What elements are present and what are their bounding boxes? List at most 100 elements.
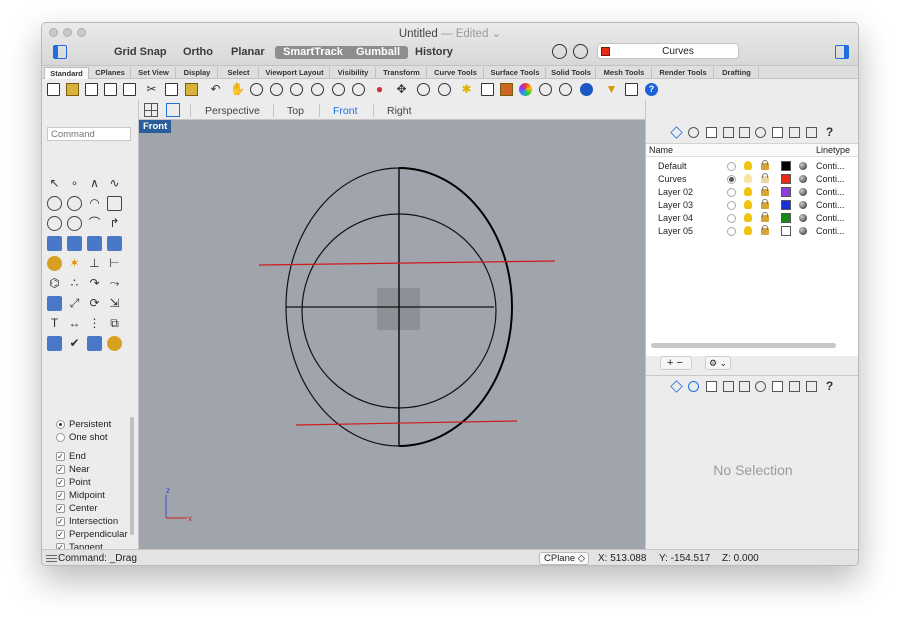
layer-name[interactable]: Curves: [658, 174, 687, 184]
command-history-icon[interactable]: [46, 555, 57, 562]
layer-color-swatch[interactable]: [781, 200, 791, 210]
lock-icon[interactable]: [761, 173, 769, 183]
linetype-value[interactable]: Conti...: [816, 161, 845, 171]
current-layer-radio[interactable]: [727, 175, 736, 184]
current-layer-radio[interactable]: [727, 214, 736, 223]
target-icon[interactable]: [573, 44, 588, 59]
checkbox[interactable]: [56, 464, 65, 476]
history-button[interactable]: History: [415, 46, 453, 59]
lightbulb-icon[interactable]: [744, 200, 752, 209]
layer-row[interactable]: Layer 05 Conti...: [646, 225, 858, 238]
current-layer-radio[interactable]: [727, 162, 736, 171]
layer-color-swatch[interactable]: [781, 174, 791, 184]
red-line-lower[interactable]: [295, 420, 518, 426]
tab-viewport-layout[interactable]: Viewport Layout: [260, 67, 330, 79]
single-viewport-icon[interactable]: [166, 103, 180, 117]
current-layer-radio[interactable]: [727, 227, 736, 236]
surface-icon[interactable]: [47, 236, 62, 251]
layer-row[interactable]: Layer 02 Conti...: [646, 186, 858, 199]
checkbox[interactable]: [56, 503, 65, 515]
notes-icon[interactable]: [755, 127, 766, 138]
tab-standard[interactable]: Standard: [44, 67, 89, 79]
tab-transform[interactable]: Transform: [377, 67, 427, 79]
layer-color-swatch[interactable]: [781, 187, 791, 197]
page-icon[interactable]: [772, 381, 783, 392]
tab-cplanes[interactable]: CPlanes: [90, 67, 131, 79]
edited-status[interactable]: — Edited ⌄: [441, 28, 501, 40]
zoom-extents-icon[interactable]: [311, 83, 324, 96]
text-icon[interactable]: T: [47, 316, 62, 331]
undo-icon[interactable]: ↶: [209, 83, 222, 96]
offset-curve-icon[interactable]: ⌒: [87, 216, 102, 231]
material-icon[interactable]: [799, 201, 807, 209]
linetype-value[interactable]: Conti...: [816, 226, 845, 236]
layer-name[interactable]: Default: [658, 161, 687, 171]
material-icon[interactable]: [799, 214, 807, 222]
linetype-value[interactable]: Conti...: [816, 200, 845, 210]
tab-mesh-tools[interactable]: Mesh Tools: [597, 67, 652, 79]
tab-solid-tools[interactable]: Solid Tools: [547, 67, 596, 79]
zoom-selected-icon[interactable]: [332, 83, 345, 96]
layer-row[interactable]: Layer 04 Conti...: [646, 212, 858, 225]
rotate-view-icon[interactable]: [250, 83, 263, 96]
polygon-icon[interactable]: [47, 216, 62, 231]
print-icon[interactable]: [104, 83, 117, 96]
tab-display[interactable]: Display: [177, 67, 218, 79]
rotate-icon[interactable]: ⟳: [87, 296, 102, 311]
help-icon[interactable]: ?: [824, 126, 835, 138]
lock-icon[interactable]: [761, 160, 769, 170]
scale-icon[interactable]: ⇲: [107, 296, 122, 311]
light-icon[interactable]: ▼: [605, 83, 618, 96]
material-icon[interactable]: [799, 188, 807, 196]
right-sidebar-toggle-icon[interactable]: [835, 45, 849, 59]
save-icon[interactable]: [85, 83, 98, 96]
new-file-icon[interactable]: [47, 83, 60, 96]
material-icon[interactable]: [799, 227, 807, 235]
current-layer-select[interactable]: Curves: [597, 43, 739, 59]
name-column-header[interactable]: Name: [649, 145, 673, 155]
layers-icon[interactable]: [670, 126, 683, 139]
fillet-curve-icon[interactable]: ↱: [107, 216, 122, 231]
sweep-icon[interactable]: [107, 236, 122, 251]
planar-button[interactable]: Planar: [231, 46, 265, 59]
boolean-icon[interactable]: [47, 256, 62, 271]
move-object-icon[interactable]: [47, 296, 62, 311]
properties-icon[interactable]: [688, 127, 699, 138]
lock-icon[interactable]: [761, 199, 769, 209]
tab-visibility[interactable]: Visibility: [331, 67, 376, 79]
cplane-select[interactable]: CPlane ◇: [539, 552, 589, 565]
tab-select[interactable]: Select: [219, 67, 259, 79]
gumball-button[interactable]: Gumball: [348, 46, 409, 59]
tab-curve-tools[interactable]: Curve Tools: [428, 67, 484, 79]
split-icon[interactable]: ⊢: [107, 256, 122, 271]
lightbulb-icon[interactable]: ✱: [460, 83, 473, 96]
copy-icon[interactable]: [165, 83, 178, 96]
display-icon[interactable]: [806, 127, 817, 138]
persistent-radio[interactable]: [56, 420, 65, 429]
layer-name[interactable]: Layer 04: [658, 213, 693, 223]
blocks-icon[interactable]: [789, 381, 800, 392]
open-folder-icon[interactable]: [66, 83, 79, 96]
layer-color-swatch[interactable]: [781, 226, 791, 236]
linetype-value[interactable]: Conti...: [816, 174, 845, 184]
arc-icon[interactable]: ◠: [87, 196, 102, 211]
tab-surface-tools[interactable]: Surface Tools: [485, 67, 546, 79]
pan-icon[interactable]: ✋: [230, 83, 245, 96]
front-viewport[interactable]: z x Front: [139, 120, 645, 549]
layer-name[interactable]: Layer 05: [658, 226, 693, 236]
add-remove-labels[interactable]: + −: [667, 357, 683, 369]
document-icon[interactable]: [706, 127, 717, 138]
page-icon[interactable]: [772, 127, 783, 138]
copy-object-icon[interactable]: ⤢: [67, 296, 82, 311]
cylinder-icon[interactable]: [87, 236, 102, 251]
curve-icon[interactable]: ∿: [107, 176, 122, 191]
notes-icon[interactable]: [755, 381, 766, 392]
material-icon[interactable]: [799, 162, 807, 170]
control-points-icon[interactable]: ⌬: [47, 276, 62, 291]
tab-set-view[interactable]: Set View: [132, 67, 176, 79]
lock-icon[interactable]: [761, 186, 769, 196]
trim-icon[interactable]: ⊥: [87, 256, 102, 271]
linetype-value[interactable]: Conti...: [816, 187, 845, 197]
select-points-icon[interactable]: [438, 83, 451, 96]
dimension-icon[interactable]: ↔: [67, 316, 82, 331]
